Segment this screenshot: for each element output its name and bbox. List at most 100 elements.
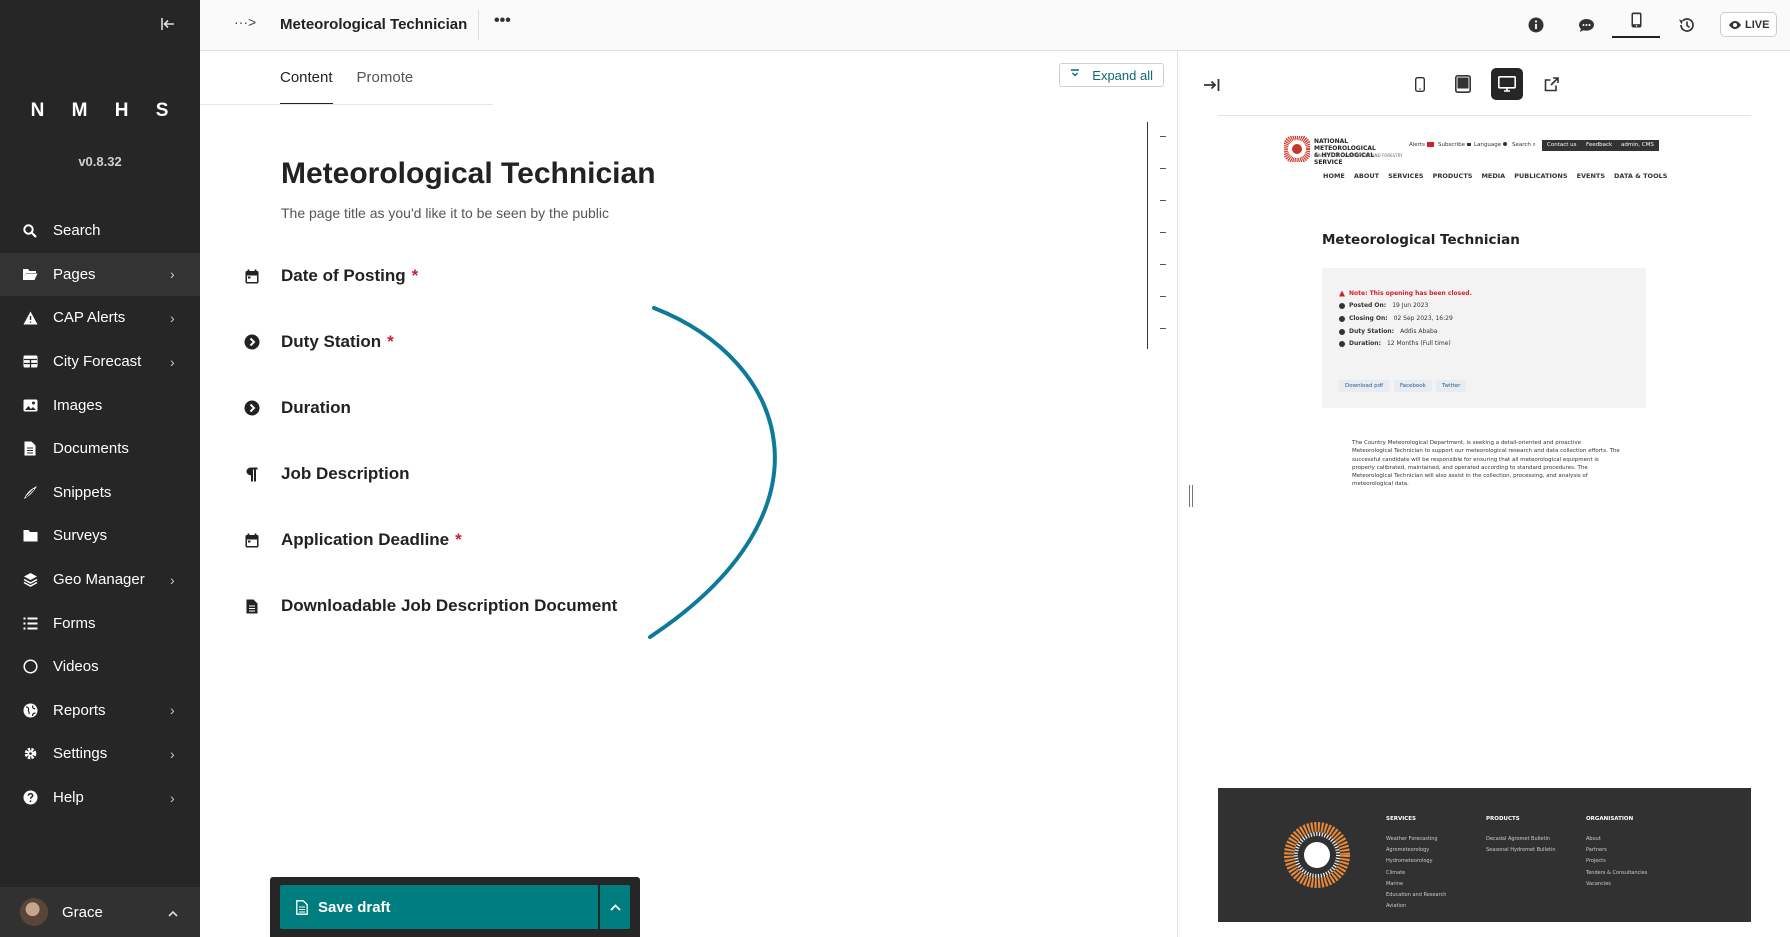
sidebar-item-snippets[interactable]: Snippets bbox=[0, 471, 200, 515]
minimap-marker[interactable] bbox=[1160, 232, 1166, 233]
close-preview-icon[interactable] bbox=[1200, 73, 1224, 97]
search-icon bbox=[22, 223, 38, 239]
tab-promote[interactable]: Promote bbox=[357, 51, 414, 105]
footer-link[interactable]: Weather Forecasting bbox=[1386, 836, 1446, 842]
sidebar-item-pages[interactable]: Pages › bbox=[0, 252, 200, 297]
breadcrumb-toggle[interactable]: ···> bbox=[234, 14, 256, 30]
site-language-link[interactable]: Language bbox=[1474, 142, 1507, 148]
sidebar-item-geo-manager[interactable]: Geo Manager › bbox=[0, 558, 200, 602]
document-icon bbox=[296, 899, 308, 915]
footer-link[interactable]: Partners bbox=[1586, 847, 1647, 853]
footer-link[interactable]: Hydrometeorology bbox=[1386, 858, 1446, 864]
footer-link[interactable]: Vacancies bbox=[1586, 881, 1647, 887]
download-pdf-button[interactable]: Download pdf bbox=[1339, 380, 1390, 392]
resize-handle[interactable] bbox=[1189, 485, 1193, 507]
save-draft-button[interactable]: Save draft bbox=[280, 885, 598, 929]
calendar-icon bbox=[1339, 302, 1345, 309]
site-admin-button[interactable]: admin, CMS bbox=[1616, 140, 1659, 151]
minimap-marker[interactable] bbox=[1160, 264, 1166, 265]
history-icon[interactable] bbox=[1674, 13, 1698, 37]
footer-link[interactable]: Projects bbox=[1586, 858, 1647, 864]
info-icon[interactable] bbox=[1524, 13, 1548, 37]
sidebar-item-documents[interactable]: Documents bbox=[0, 427, 200, 471]
page-title-field[interactable]: Meteorological Technician bbox=[281, 157, 656, 191]
field-downloadable-document[interactable]: Downloadable Job Description Document bbox=[244, 596, 617, 616]
info-value: Addis Ababa bbox=[1400, 328, 1438, 335]
closed-note: Note: This opening has been closed. bbox=[1339, 290, 1472, 297]
footer-link[interactable]: Decadal Agromet Bulletin bbox=[1486, 836, 1556, 842]
site-nav-item[interactable]: ABOUT bbox=[1354, 172, 1379, 180]
site-feedback-button[interactable]: Feedback bbox=[1581, 140, 1618, 151]
brand-logo[interactable]: N M H S bbox=[0, 100, 200, 122]
sidebar-item-reports[interactable]: Reports › bbox=[0, 689, 200, 733]
footer-organisation-column: ORGANISATION About Partners Projects Ten… bbox=[1586, 816, 1647, 892]
footer-link[interactable]: Agrometeorology bbox=[1386, 847, 1446, 853]
field-job-description[interactable]: Job Description bbox=[244, 464, 409, 484]
minimap-marker[interactable] bbox=[1160, 200, 1166, 201]
title-help-text: The page title as you'd like it to be se… bbox=[281, 205, 609, 221]
site-alerts-link[interactable]: Alerts bbox=[1409, 142, 1434, 148]
sidebar-item-help[interactable]: Help › bbox=[0, 776, 200, 820]
tabs-underline bbox=[200, 104, 493, 105]
breadcrumb-current-page: Meteorological Technician bbox=[280, 16, 468, 33]
footer-link[interactable]: Aviation bbox=[1386, 903, 1446, 909]
minimap-marker[interactable] bbox=[1160, 296, 1166, 297]
image-icon bbox=[22, 397, 38, 413]
share-twitter-button[interactable]: Twitter bbox=[1436, 380, 1467, 392]
site-nav-item[interactable]: SERVICES bbox=[1388, 172, 1423, 180]
field-date-of-posting[interactable]: Date of Posting * bbox=[244, 266, 418, 286]
live-status-badge[interactable]: LIVE bbox=[1720, 12, 1778, 37]
footer-link[interactable]: Seasonal Hydromet Bulletin bbox=[1486, 847, 1556, 853]
minimap-marker[interactable] bbox=[1160, 168, 1166, 169]
field-application-deadline[interactable]: Application Deadline * bbox=[244, 530, 462, 550]
required-marker: * bbox=[411, 266, 419, 285]
sidebar-item-surveys[interactable]: Surveys bbox=[0, 514, 200, 558]
info-value: 12 Months (Full time) bbox=[1386, 340, 1451, 347]
minimap-marker[interactable] bbox=[1160, 136, 1166, 137]
sidebar-item-settings[interactable]: Settings › bbox=[0, 732, 200, 776]
preview-mobile-icon[interactable] bbox=[1612, 0, 1660, 38]
preview-size-desktop-icon[interactable] bbox=[1491, 68, 1523, 100]
field-duty-station[interactable]: Duty Station * bbox=[244, 332, 394, 352]
site-nav-item[interactable]: MEDIA bbox=[1481, 172, 1505, 180]
footer-link[interactable]: Education and Research bbox=[1386, 892, 1446, 898]
site-subscribe-link[interactable]: Subscribe bbox=[1438, 142, 1471, 148]
site-search-link[interactable]: Search ⌕ bbox=[1512, 142, 1536, 149]
collapse-sidebar-icon[interactable] bbox=[157, 14, 179, 36]
circle-icon bbox=[22, 659, 38, 675]
site-nav-item[interactable]: PRODUCTS bbox=[1433, 172, 1473, 180]
account-menu[interactable]: Grace bbox=[0, 887, 200, 937]
site-nav-item[interactable]: EVENTS bbox=[1577, 172, 1605, 180]
minimap[interactable] bbox=[1147, 122, 1172, 349]
more-actions-button[interactable]: ••• bbox=[494, 12, 511, 30]
footer-link[interactable]: Marine bbox=[1386, 881, 1446, 887]
pilcrow-icon bbox=[244, 466, 260, 482]
sidebar-item-forms[interactable]: Forms bbox=[0, 601, 200, 645]
preview-size-tablet-icon[interactable] bbox=[1447, 68, 1479, 100]
open-in-new-tab-icon[interactable] bbox=[1535, 68, 1567, 100]
footer-link[interactable]: Climate bbox=[1386, 870, 1446, 876]
expand-all-label: Expand all bbox=[1092, 67, 1153, 83]
site-nav-item[interactable]: PUBLICATIONS bbox=[1514, 172, 1567, 180]
footer-link[interactable]: Tenders & Consultancies bbox=[1586, 870, 1647, 876]
tab-content[interactable]: Content bbox=[280, 51, 333, 105]
footer-link[interactable]: About bbox=[1586, 836, 1647, 842]
field-duration[interactable]: Duration bbox=[244, 398, 351, 418]
preview-size-mobile-icon[interactable] bbox=[1404, 68, 1436, 100]
eye-icon bbox=[1729, 20, 1741, 29]
more-actions-toggle[interactable] bbox=[600, 885, 630, 929]
share-facebook-button[interactable]: Facebook bbox=[1394, 380, 1432, 392]
site-contact-button[interactable]: Contact us bbox=[1542, 140, 1582, 151]
comments-icon[interactable] bbox=[1574, 13, 1598, 37]
sidebar-item-search[interactable]: Search bbox=[0, 209, 200, 253]
sidebar-item-cap-alerts[interactable]: CAP Alerts › bbox=[0, 296, 200, 340]
sidebar-item-label: Images bbox=[53, 396, 103, 414]
sidebar-item-videos[interactable]: Videos bbox=[0, 645, 200, 689]
minimap-marker[interactable] bbox=[1160, 328, 1166, 329]
sidebar-item-images[interactable]: Images bbox=[0, 383, 200, 427]
expand-all-button[interactable]: Expand all bbox=[1059, 63, 1164, 87]
site-nav-item[interactable]: DATA & TOOLS bbox=[1614, 172, 1667, 180]
sidebar-item-city-forecast[interactable]: City Forecast › bbox=[0, 340, 200, 384]
site-nav-item[interactable]: HOME bbox=[1323, 172, 1345, 180]
location-icon bbox=[1339, 328, 1345, 335]
